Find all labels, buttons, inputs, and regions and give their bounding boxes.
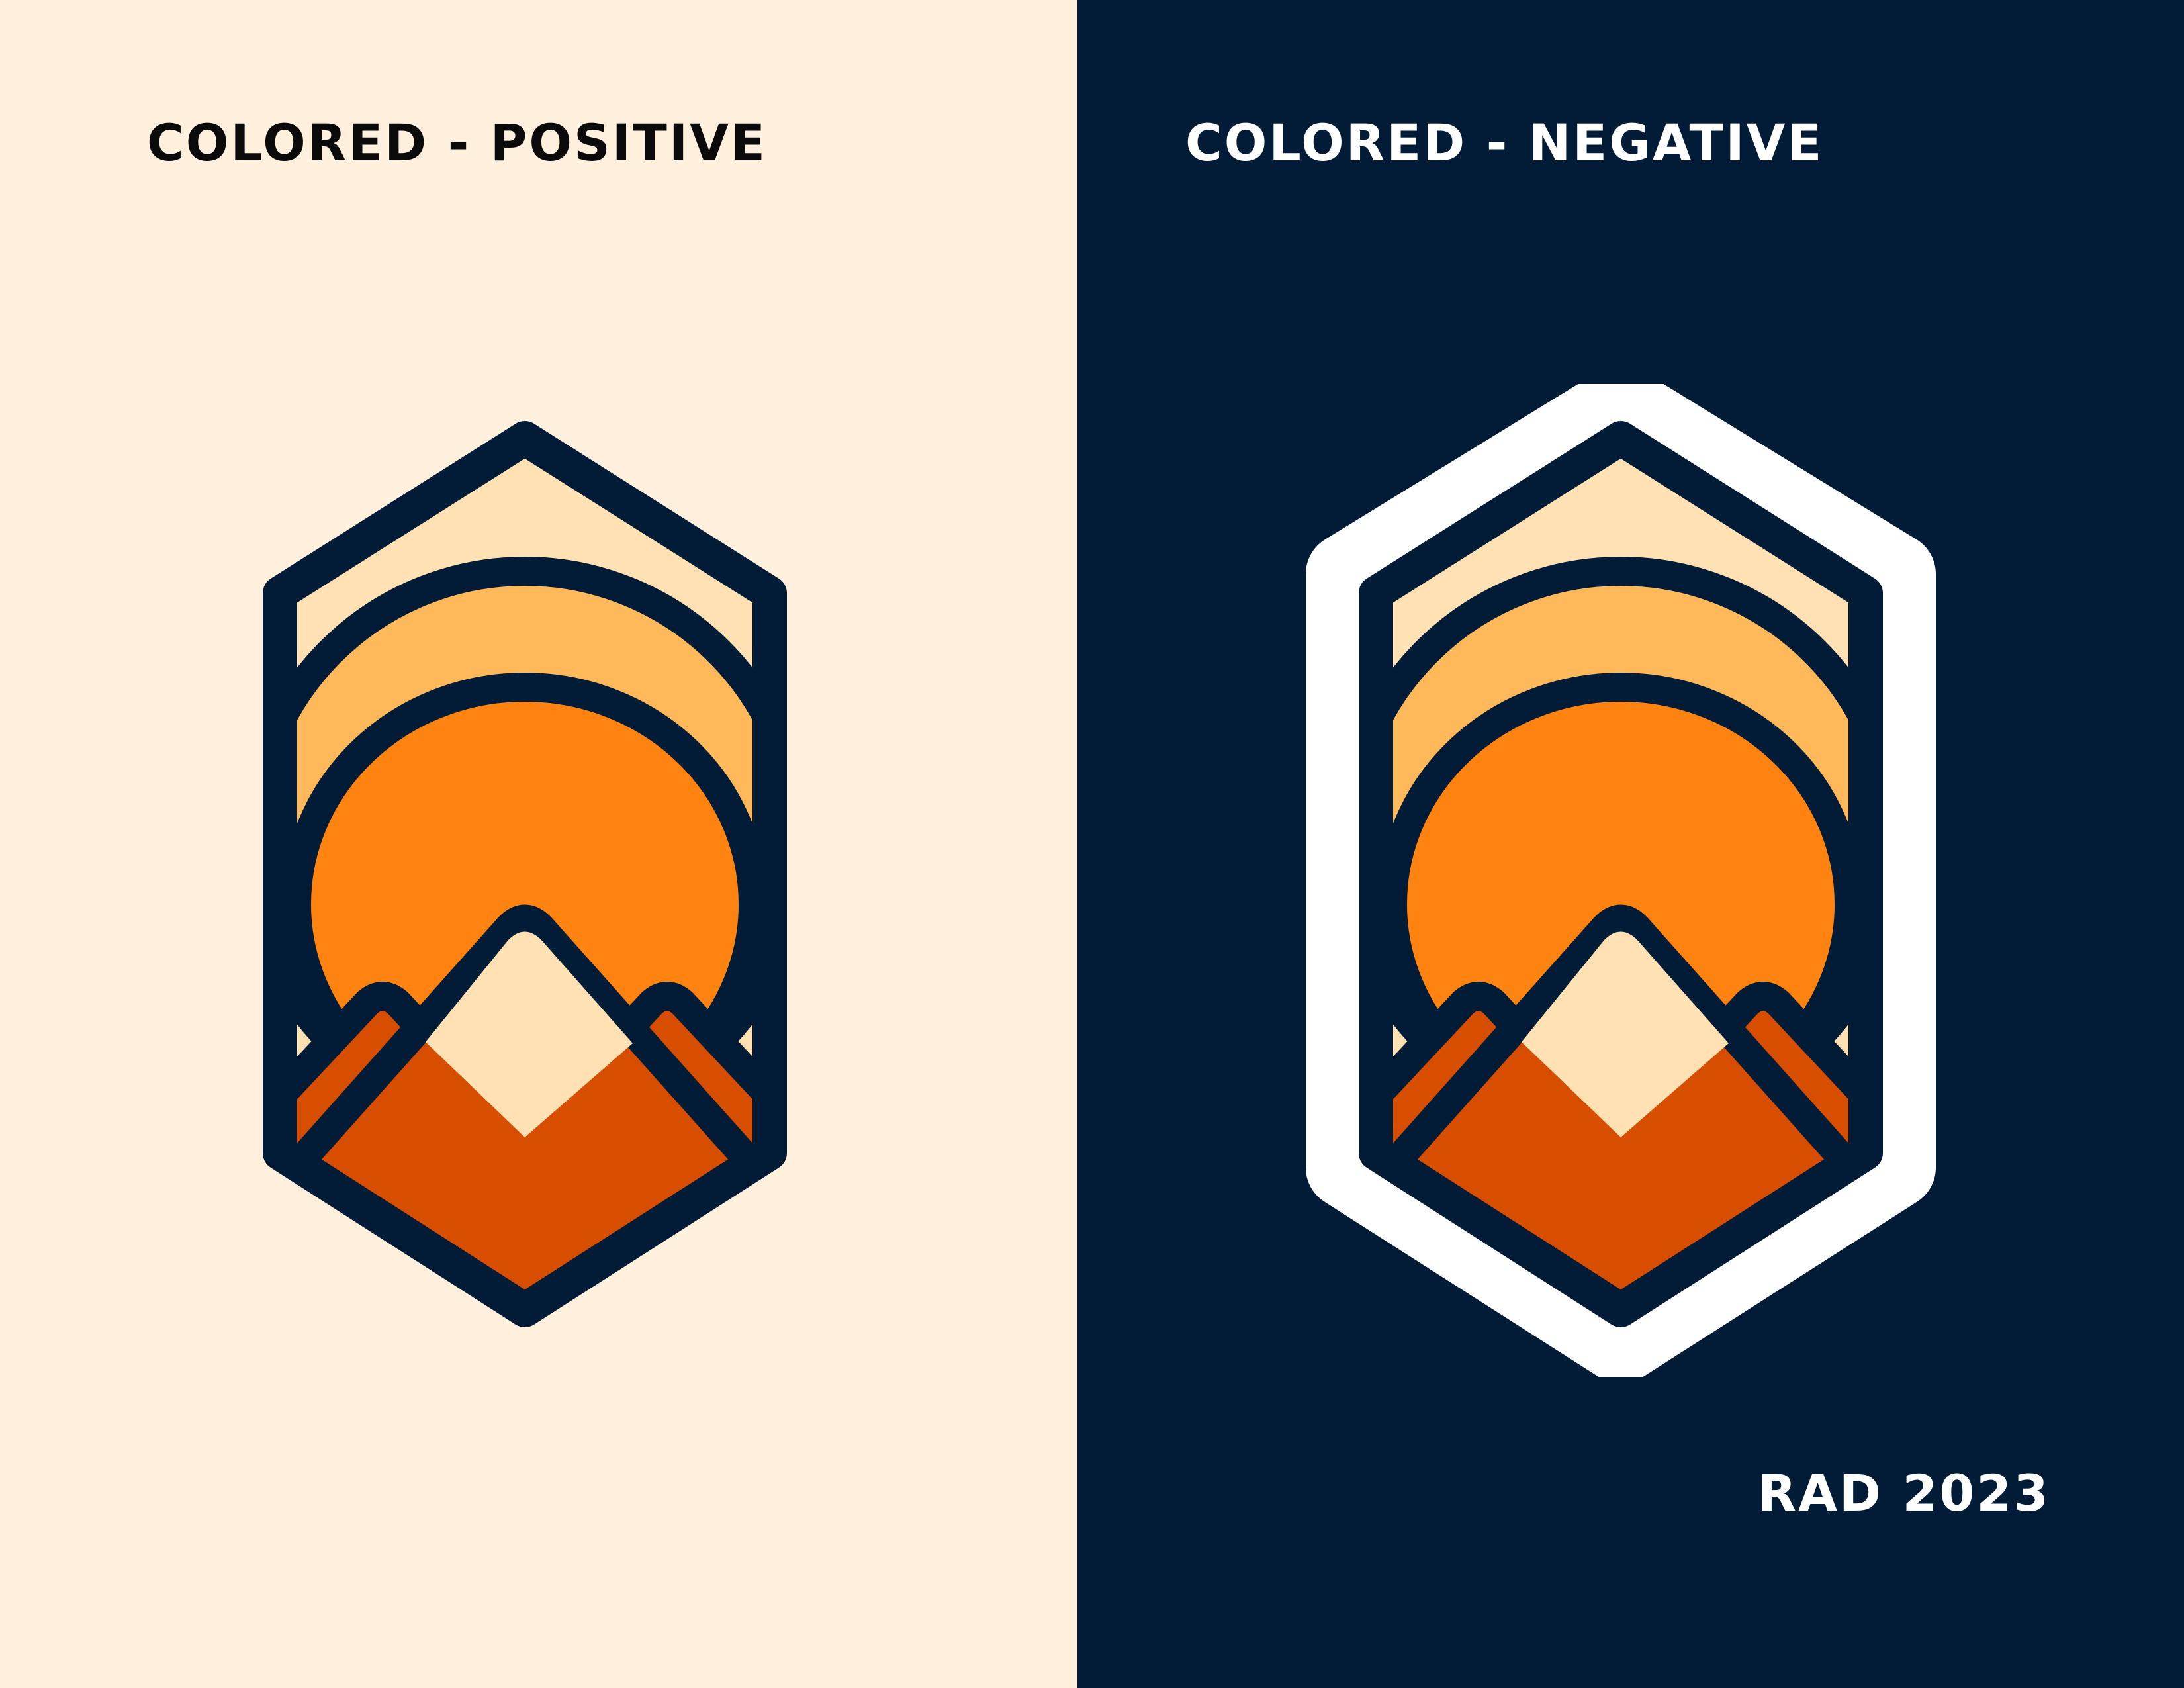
credit-label: RAD 2023 xyxy=(1757,1464,2050,1523)
positive-badge-icon xyxy=(263,421,787,1327)
negative-title: COLORED - NEGATIVE xyxy=(1185,113,1824,172)
positive-title: COLORED - POSITIVE xyxy=(147,113,767,172)
negative-badge-icon xyxy=(1306,384,1936,1377)
artboard: COLORED - POSITIVE COLORED - NEGATIVE RA… xyxy=(0,0,2184,1688)
badge-artwork xyxy=(263,421,787,1327)
positive-panel: COLORED - POSITIVE xyxy=(0,0,1077,1688)
negative-panel: COLORED - NEGATIVE RAD 2023 xyxy=(1077,0,2184,1688)
